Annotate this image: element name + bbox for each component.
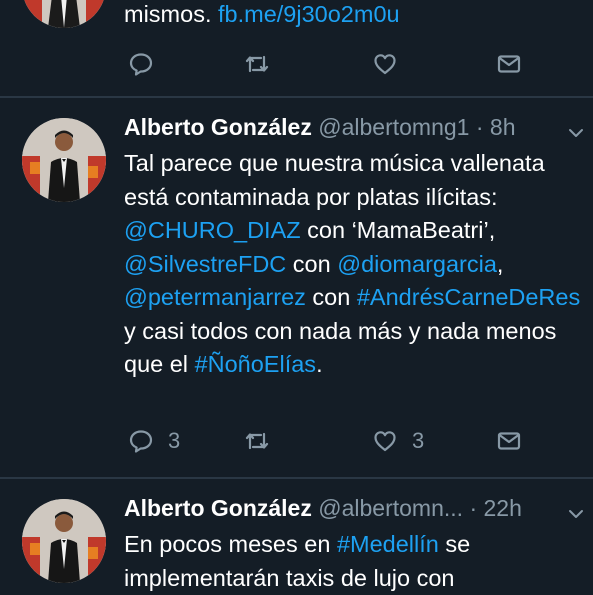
like-icon [374,431,396,452]
text-segment: Tal parece que nuestra música vallenata … [124,150,545,210]
like-icon [374,54,396,75]
author-name[interactable]: Alberto González [124,495,312,521]
text-segment: . [316,351,323,377]
mention-link[interactable]: @SilvestreFDC [124,251,286,277]
retweet-icon [245,55,269,73]
reply-icon [129,430,153,453]
avatar-photo [22,0,106,28]
reply-button[interactable]: 3 [128,425,180,457]
reply-icon [129,53,153,76]
link-url[interactable]: fb.me/9j30o2m0u [218,1,400,27]
mention-link[interactable]: @diomargarcia [337,251,497,277]
avatar-photo [22,499,106,583]
tweet-header: Alberto González @albertomn... · 22h [124,493,522,523]
reply-button[interactable] [128,48,168,80]
author-handle[interactable]: @albertomn... [318,495,463,521]
tweet-2[interactable]: Alberto González @albertomn... · 22h En … [0,479,593,591]
separator: · [469,495,478,521]
mention-link[interactable]: @CHURO_DIAZ [124,217,301,243]
author-handle[interactable]: @albertomng1 [318,114,469,140]
text-segment: con [305,284,357,310]
direct-message-icon [497,432,521,450]
text-segment: En pocos meses en [124,531,337,557]
direct-message-icon [497,55,521,73]
timestamp[interactable]: 8h [490,114,516,140]
mention-link[interactable]: @petermanjarrez [124,284,306,310]
timestamp[interactable]: 22h [484,495,522,521]
like-button[interactable]: 3 [372,425,424,457]
retweet-button[interactable] [244,425,270,457]
hashtag-link[interactable]: #Medellín [337,531,439,557]
retweet-icon [245,432,269,450]
separator: · [475,114,484,140]
text-segment: con ‘MamaBeatri’, [300,217,496,243]
like-button[interactable] [372,48,412,80]
text-segment: mismos. [124,1,218,27]
hashtag-link[interactable]: #AndrésCarneDeRes [357,284,580,310]
direct-message-button[interactable] [496,425,522,457]
tweet-actions [124,48,544,80]
tweet-text: mismos. fb.me/9j30o2m0u [124,0,584,32]
chevron-down-icon[interactable] [567,124,585,142]
tweet-0[interactable]: mismos. fb.me/9j30o2m0u [0,0,593,96]
reply-count: 3 [168,428,181,453]
tweet-actions: 3 3 [124,425,544,457]
direct-message-button[interactable] [496,48,522,80]
text-segment: , [496,250,504,277]
like-count: 3 [412,428,425,453]
avatar-photo [22,118,106,202]
text-segment: con [286,250,338,277]
hashtag-link[interactable]: #ÑoñoElías [195,351,317,377]
text-segment: y casi todos con nada más y nada menos q… [124,317,557,378]
retweet-button[interactable] [244,48,270,80]
tweet-text: En pocos meses en #Medellín se implement… [124,528,584,595]
tweet-header: Alberto González @albertomng1 · 8h [124,112,516,142]
avatar[interactable] [22,499,106,583]
avatar[interactable] [22,118,106,202]
tweet-1[interactable]: Alberto González @albertomng1 · 8h Tal p… [0,98,593,477]
avatar[interactable] [22,0,106,28]
author-name[interactable]: Alberto González [124,114,312,140]
chevron-down-icon[interactable] [567,505,585,523]
tweet-text: Tal parece que nuestra música vallenata … [124,147,584,382]
